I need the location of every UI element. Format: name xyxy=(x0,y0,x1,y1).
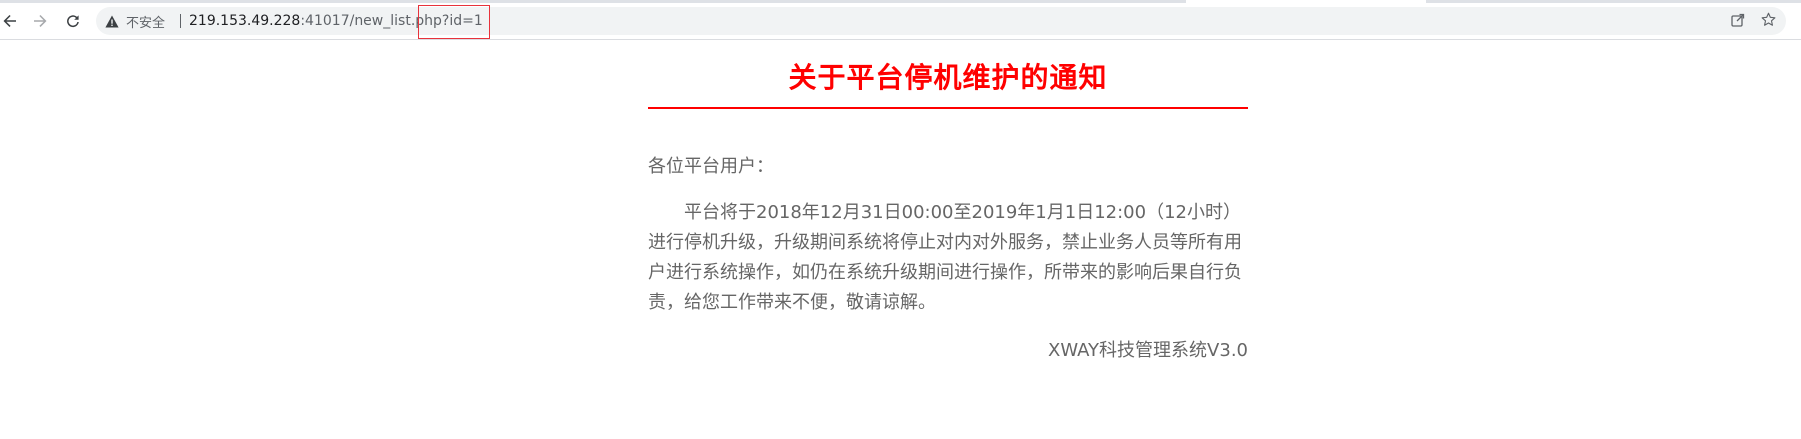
reload-icon xyxy=(65,13,81,29)
reload-button[interactable] xyxy=(61,9,85,33)
share-button[interactable] xyxy=(1730,13,1746,29)
star-icon xyxy=(1761,12,1776,31)
security-label: 不安全 xyxy=(126,15,166,31)
notice-body: 平台将于2018年12月31日00:00至2019年1月1日12:00（12小时… xyxy=(648,202,1242,313)
page-title: 关于平台停机维护的通知 xyxy=(788,61,1108,94)
salutation: 各位平台用户： xyxy=(648,156,774,177)
warning-triangle-icon xyxy=(104,13,120,29)
bookmark-button[interactable] xyxy=(1760,12,1776,31)
arrow-left-icon xyxy=(2,13,18,29)
share-icon xyxy=(1731,12,1745,31)
url-text[interactable]: 219.153.49.228:41017/new_list.php?id=1 xyxy=(189,7,483,35)
browser-toolbar: 不安全 219.153.49.228:41017/new_list.php?id… xyxy=(0,0,1801,40)
address-separator xyxy=(180,14,181,28)
url-path: :41017/new_list.php?id=1 xyxy=(300,13,483,29)
arrow-right-icon xyxy=(32,13,48,29)
security-chip[interactable]: 不安全 xyxy=(104,7,165,35)
back-button[interactable] xyxy=(0,9,22,33)
address-bar[interactable]: 不安全 219.153.49.228:41017/new_list.php?id… xyxy=(96,7,1786,35)
signature: XWAY科技管理系统V3.0 xyxy=(1048,340,1248,361)
active-tab-gap xyxy=(1186,0,1426,3)
url-host: 219.153.49.228 xyxy=(189,13,301,29)
title-divider xyxy=(648,107,1248,109)
tab-strip xyxy=(0,0,1801,3)
forward-button[interactable] xyxy=(28,9,52,33)
